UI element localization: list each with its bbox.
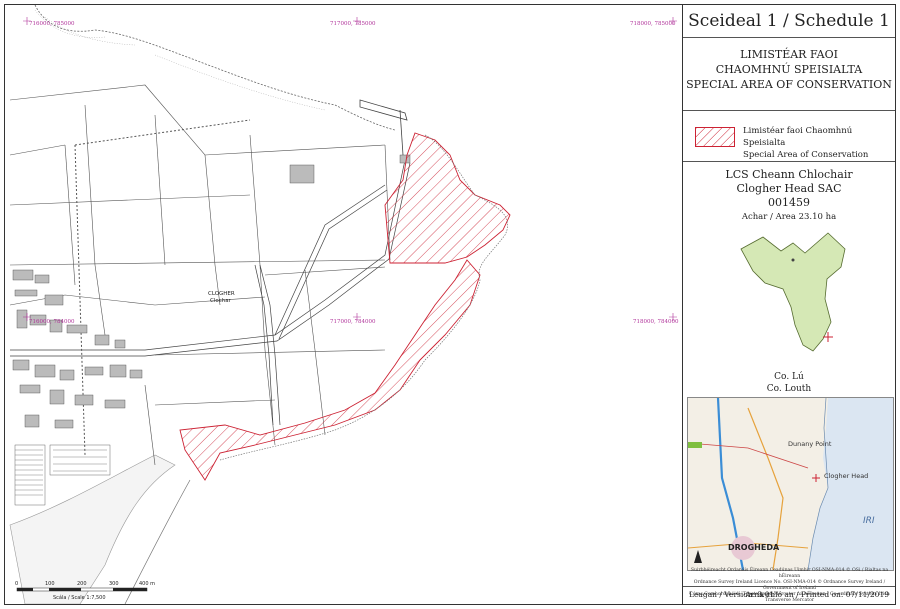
county-ga: Co. Lú bbox=[774, 372, 804, 382]
divider bbox=[683, 586, 895, 587]
county-en: Co. Louth bbox=[766, 384, 812, 394]
info-panel: Sceideal 1 / Schedule 1 LIMISTÉAR FAOI C… bbox=[682, 5, 895, 604]
scale-tick-200: 200 bbox=[77, 581, 87, 587]
county-inset-map bbox=[740, 232, 846, 352]
footpath bbox=[74, 119, 251, 146]
copyright-line: Suirbhéireacht Ordanáis Éireann Ceadúnas… bbox=[690, 568, 889, 579]
county-label: Co. Lú Co. Louth bbox=[683, 371, 895, 395]
pier bbox=[359, 99, 408, 121]
grid-label-mid-mid: 717000, 784000 bbox=[330, 319, 376, 325]
place-label-en: CLOGHER bbox=[208, 291, 235, 297]
scale-tick-0: 0 bbox=[15, 581, 18, 587]
grid-label-top-left: 716000, 785000 bbox=[29, 21, 75, 27]
schedule-title: Sceideal 1 / Schedule 1 bbox=[688, 11, 890, 31]
county-louth-shape bbox=[740, 232, 846, 352]
label-irish-sea: IRI bbox=[863, 516, 875, 526]
designation-block: LIMISTÉAR FAOI CHAOMHNÚ SPEISIALTA SPECI… bbox=[683, 47, 895, 92]
label-clogher-head: Clogher Head bbox=[824, 472, 868, 480]
grid-label-mid-right: 718000, 784000 bbox=[633, 319, 679, 325]
location-map[interactable]: Dunany Point Clogher Head DROGHEDA IRI bbox=[687, 397, 894, 571]
town-dot bbox=[791, 258, 795, 262]
designation-en: SPECIAL AREA OF CONSERVATION bbox=[686, 78, 892, 91]
legend: Limistéar faoi Chaomhnú Speisialta Speci… bbox=[691, 123, 891, 160]
footpath bbox=[74, 144, 86, 456]
divider bbox=[683, 37, 895, 38]
site-details: LCS Cheann Chlochair Clogher Head SAC 00… bbox=[683, 168, 895, 224]
site-area: Achar / Area 23.10 ha bbox=[741, 212, 837, 222]
sac-area-headland[interactable] bbox=[384, 132, 511, 264]
site-name-en: Clogher Head SAC bbox=[736, 182, 842, 195]
legend-label-ga: Limistéar faoi Chaomhnú Speisialta bbox=[743, 126, 853, 148]
label-dunany-point: Dunany Point bbox=[788, 440, 832, 448]
grid-label-top-mid: 717000, 785000 bbox=[330, 21, 376, 27]
legend-label-en: Special Area of Conservation bbox=[743, 150, 869, 160]
legend-text: Limistéar faoi Chaomhnú Speisialta Speci… bbox=[743, 125, 891, 161]
divider bbox=[683, 161, 895, 162]
scale-tick-300: 300 bbox=[109, 581, 119, 587]
site-code: 001459 bbox=[768, 196, 810, 209]
motorway-shield bbox=[688, 442, 702, 448]
grid-label-top-right: 718000, 785000 bbox=[630, 21, 676, 27]
pier-arm bbox=[399, 109, 404, 156]
scale-tick-100: 100 bbox=[45, 581, 55, 587]
site-name-ga: LCS Cheann Chlochair bbox=[725, 168, 853, 181]
legend-hatch-swatch bbox=[695, 127, 735, 147]
scale-tick-400: 400 m bbox=[139, 581, 155, 587]
grid-label-mid-left: 716000, 784000 bbox=[29, 319, 75, 325]
designation-ga-line1: LIMISTÉAR FAOI bbox=[740, 48, 838, 61]
field-boundaries bbox=[9, 84, 391, 466]
designation-ga-line2: CHAOMHNÚ SPEISIALTA bbox=[715, 63, 863, 76]
place-label-ga: Clochar bbox=[210, 298, 232, 304]
scale-label: Scála / Scale 1:7,500 bbox=[53, 594, 106, 601]
divider bbox=[683, 110, 895, 111]
label-drogheda: DROGHEDA bbox=[728, 543, 780, 552]
grid-crosses bbox=[23, 17, 677, 321]
printed-date: Arna chló an / Printed on: 07/11/2019 bbox=[745, 590, 889, 599]
main-map[interactable]: 716000, 785000 717000, 785000 718000, 78… bbox=[5, 5, 681, 604]
cliff-texture bbox=[34, 9, 326, 111]
